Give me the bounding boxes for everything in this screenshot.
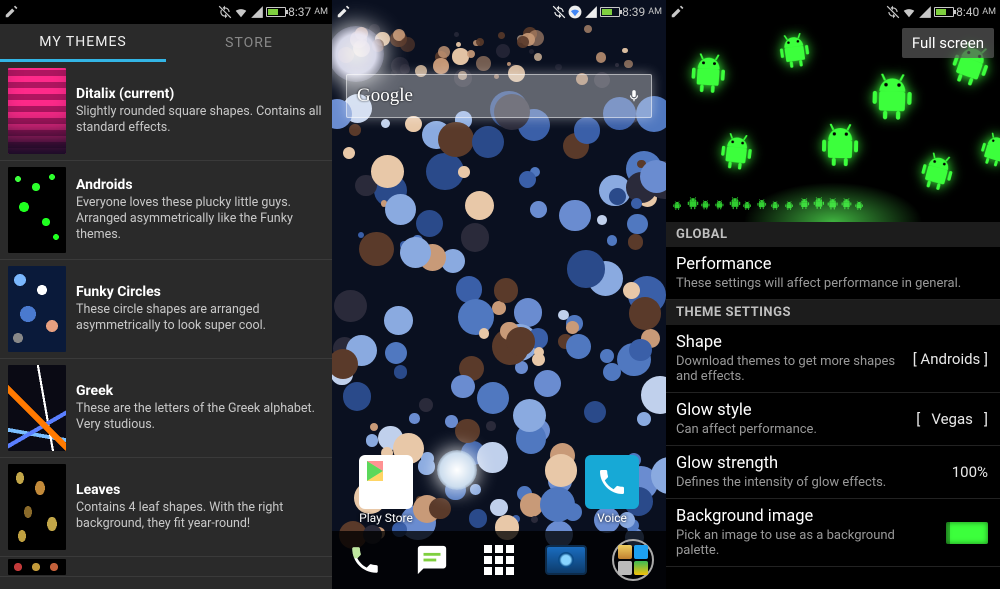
setting-sub: Defines the intensity of glow effects. <box>676 475 990 490</box>
statusbar: 8:40 AM <box>666 0 1000 24</box>
theme-name: Funky Circles <box>76 284 324 300</box>
clock-ampm: AM <box>314 7 328 17</box>
tab-store[interactable]: STORE <box>166 24 332 62</box>
app-voice[interactable]: Voice <box>576 455 648 525</box>
app-row: Play Store Voice <box>332 455 666 525</box>
home-screen: 8:39 AM Google Play Store Voice <box>332 0 666 589</box>
tab-label: MY THEMES <box>39 34 126 50</box>
wifi-icon <box>902 5 916 19</box>
tab-mythemes[interactable]: MY THEMES <box>0 24 166 62</box>
dock-appdrawer[interactable] <box>477 538 521 582</box>
setting-glowstyle[interactable]: Glow style Can affect performance. [ Veg… <box>666 393 1000 446</box>
camera-icon <box>545 545 587 575</box>
theme-thumb <box>8 68 66 154</box>
dock-messages[interactable] <box>410 538 454 582</box>
google-logo: Google <box>357 85 413 107</box>
setting-shape[interactable]: Shape Download themes to get more shapes… <box>666 325 1000 393</box>
setting-title: Performance <box>676 255 990 274</box>
theme-desc: Contains 4 leaf shapes. With the right b… <box>76 500 324 533</box>
theme-thumb <box>8 365 66 451</box>
theme-row-ditalix[interactable]: Ditalix (current) Slightly rounded squar… <box>0 62 332 161</box>
theme-list[interactable]: Ditalix (current) Slightly rounded squar… <box>0 62 332 589</box>
theme-row-leaves[interactable]: Leaves Contains 4 leaf shapes. With the … <box>0 458 332 557</box>
theme-desc: Slightly rounded square shapes. Contains… <box>76 104 324 137</box>
section-global: GLOBAL <box>666 222 1000 247</box>
compose-icon <box>670 5 684 19</box>
setting-value: [ Androids ] <box>913 350 988 368</box>
signal-icon <box>250 5 264 19</box>
dock-phone[interactable] <box>343 538 387 582</box>
compose-icon <box>4 5 18 19</box>
setting-glowstrength[interactable]: Glow strength Defines the intensity of g… <box>666 446 1000 499</box>
app-playstore[interactable]: Play Store <box>350 455 422 525</box>
theme-name: Ditalix (current) <box>76 86 324 102</box>
statusbar: 8:39 AM <box>332 0 666 24</box>
playstore-icon <box>359 455 413 509</box>
compose-icon <box>336 5 350 19</box>
setting-sub: Pick an image to use as a background pal… <box>676 528 990 558</box>
statusbar: 8:37 AM <box>0 0 332 24</box>
folder-icon <box>612 539 654 581</box>
no-sync-icon <box>218 5 232 19</box>
toggle-switch[interactable] <box>946 522 988 544</box>
dock <box>332 531 666 589</box>
setting-value: [ Vegas ] <box>916 410 988 428</box>
settings-list[interactable]: GLOBAL Performance These settings will a… <box>666 222 1000 589</box>
clock-time: 8:39 <box>622 5 645 19</box>
tab-label: STORE <box>225 35 273 51</box>
dock-camera[interactable] <box>544 538 588 582</box>
no-sync-icon <box>552 5 566 19</box>
wifi-icon <box>234 5 248 19</box>
theme-row-funky[interactable]: Funky Circles These circle shapes are ar… <box>0 260 332 359</box>
theme-row-partial[interactable] <box>0 557 332 577</box>
signal-icon <box>584 5 598 19</box>
setting-title: Background image <box>676 507 990 526</box>
theme-thumb <box>8 266 66 352</box>
section-theme: THEME SETTINGS <box>666 300 1000 325</box>
mic-icon[interactable] <box>627 89 641 103</box>
theme-thumb <box>8 464 66 550</box>
themes-screen: 8:37 AM MY THEMES STORE Ditalix (current… <box>0 0 332 589</box>
wifi-icon <box>568 5 582 19</box>
setting-performance[interactable]: Performance These settings will affect p… <box>666 247 1000 300</box>
setting-value: 100% <box>952 463 988 481</box>
theme-name: Leaves <box>76 482 324 498</box>
theme-row-androids[interactable]: Androids Everyone loves these plucky lit… <box>0 161 332 260</box>
dock-folder[interactable] <box>611 538 655 582</box>
setting-bgimage[interactable]: Background image Pick an image to use as… <box>666 499 1000 567</box>
battery-icon <box>600 7 620 17</box>
clock-time: 8:40 <box>956 5 979 19</box>
app-drawer-icon <box>484 545 514 575</box>
clock-ampm: AM <box>648 7 662 17</box>
battery-icon <box>934 7 954 17</box>
theme-name: Greek <box>76 383 324 399</box>
tabs: MY THEMES STORE <box>0 24 332 62</box>
app-label: Voice <box>597 511 627 525</box>
app-label: Play Store <box>359 511 413 525</box>
setting-title: Glow strength <box>676 454 990 473</box>
theme-desc: These are the letters of the Greek alpha… <box>76 401 324 434</box>
theme-desc: These circle shapes are arranged asymmet… <box>76 302 324 335</box>
theme-name: Androids <box>76 177 324 193</box>
theme-row-greek[interactable]: Greek These are the letters of the Greek… <box>0 359 332 458</box>
battery-icon <box>266 7 286 17</box>
theme-desc: Everyone loves these plucky little guys.… <box>76 195 324 244</box>
signal-icon <box>918 5 932 19</box>
google-search-widget[interactable]: Google <box>346 74 652 118</box>
setting-sub: These settings will affect performance i… <box>676 276 990 291</box>
clock-ampm: AM <box>982 7 996 17</box>
fullscreen-button[interactable]: Full screen <box>902 28 994 58</box>
theme-thumb <box>8 559 66 575</box>
fullscreen-label: Full screen <box>912 34 984 52</box>
settings-screen: 8:40 AM Full screen GLOBAL Performance T… <box>666 0 1000 589</box>
clock-time: 8:37 <box>288 5 311 19</box>
voice-icon <box>585 455 639 509</box>
no-sync-icon <box>886 5 900 19</box>
theme-thumb <box>8 167 66 253</box>
